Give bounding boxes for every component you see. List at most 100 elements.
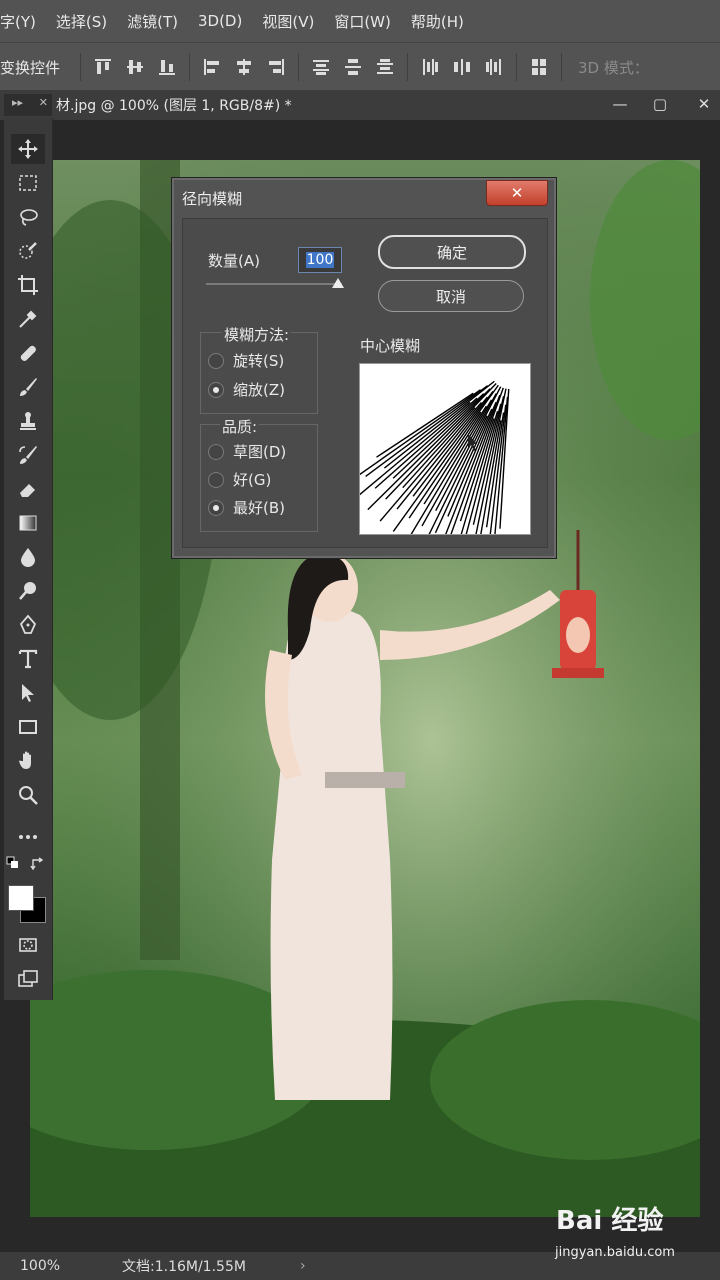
screen-mode-icon[interactable] bbox=[11, 964, 45, 994]
menu-bar: 字(Y) 选择(S) 滤镜(T) 3D(D) 视图(V) 窗口(W) 帮助(H) bbox=[0, 0, 720, 42]
menu-filter[interactable]: 滤镜(T) bbox=[117, 11, 188, 32]
divider bbox=[80, 53, 82, 81]
foreground-color-swatch[interactable] bbox=[8, 885, 34, 911]
align-bottom-icon[interactable] bbox=[156, 55, 178, 79]
close-document-icon[interactable]: ✕ bbox=[692, 92, 716, 116]
brush-icon[interactable] bbox=[11, 372, 45, 402]
radio-good-label: 好(G) bbox=[233, 471, 272, 489]
dialog-close-button[interactable]: ✕ bbox=[486, 180, 548, 206]
radio-zoom-dot bbox=[208, 381, 224, 398]
quick-mask-icon[interactable] bbox=[11, 930, 45, 960]
transform-controls-label[interactable]: 变换控件 bbox=[0, 57, 60, 78]
path-select-icon[interactable] bbox=[11, 678, 45, 708]
crop-icon[interactable] bbox=[11, 270, 45, 300]
blur-icon[interactable] bbox=[11, 542, 45, 572]
radio-draft-label: 草图(D) bbox=[233, 443, 287, 461]
blur-preview-line bbox=[367, 388, 491, 511]
tool-panel-header[interactable]: ▸▸ ✕ bbox=[4, 94, 52, 116]
blur-center-label: 中心模糊 bbox=[360, 337, 421, 355]
watermark-url: jingyan.baidu.com bbox=[555, 1245, 675, 1260]
radio-good-dot bbox=[208, 471, 224, 488]
swap-colors-icon[interactable] bbox=[30, 856, 46, 872]
align-vcenter-icon[interactable] bbox=[124, 55, 146, 79]
radio-best-label: 最好(B) bbox=[233, 499, 285, 517]
align-left-icon[interactable] bbox=[201, 55, 223, 79]
gradient-icon[interactable] bbox=[11, 508, 45, 538]
options-bar: 变换控件 3D 模式： bbox=[0, 42, 720, 92]
move-icon[interactable] bbox=[11, 134, 45, 164]
tool-panel bbox=[4, 118, 53, 1000]
amount-slider[interactable] bbox=[206, 283, 342, 285]
menu-help[interactable]: 帮助(H) bbox=[401, 11, 474, 32]
distribute-vcenter-icon[interactable] bbox=[342, 55, 364, 79]
divider bbox=[189, 53, 191, 81]
maximize-icon[interactable]: ▢ bbox=[648, 92, 672, 116]
radio-good[interactable]: 好(G) bbox=[208, 469, 271, 490]
pen-icon[interactable] bbox=[11, 610, 45, 640]
align-top-icon[interactable] bbox=[92, 55, 114, 79]
healing-icon[interactable] bbox=[11, 338, 45, 368]
divider bbox=[561, 53, 563, 81]
distribute-top-icon[interactable] bbox=[310, 55, 332, 79]
minimize-icon[interactable]: — bbox=[608, 92, 632, 116]
blur-preview-line bbox=[365, 385, 488, 478]
stamp-icon[interactable] bbox=[11, 406, 45, 436]
menu-type[interactable]: 字(Y) bbox=[0, 11, 46, 32]
quick-select-icon[interactable] bbox=[11, 236, 45, 266]
watermark-brand: Bai 经验 bbox=[556, 1206, 664, 1236]
document-tab-title[interactable]: 材.jpg @ 100% (图层 1, RGB/8#) * bbox=[56, 95, 292, 115]
radial-blur-dialog: 径向模糊 ✕ 数量(A) 100 确定 取消 模糊方法: 旋转(S) 缩放(Z)… bbox=[172, 178, 556, 558]
align-hcenter-icon[interactable] bbox=[233, 55, 255, 79]
type-icon[interactable] bbox=[11, 644, 45, 674]
menu-select[interactable]: 选择(S) bbox=[46, 11, 117, 32]
blur-preview-line bbox=[383, 380, 495, 469]
radio-spin-dot bbox=[208, 352, 224, 369]
divider bbox=[407, 53, 409, 81]
radio-zoom[interactable]: 缩放(Z) bbox=[208, 379, 285, 400]
zoom-icon[interactable] bbox=[11, 780, 45, 810]
document-size: 文档:1.16M/1.55M bbox=[122, 1259, 246, 1275]
radio-zoom-label: 缩放(Z) bbox=[233, 381, 285, 399]
radio-spin[interactable]: 旋转(S) bbox=[208, 350, 284, 371]
dialog-title: 径向模糊 bbox=[182, 190, 243, 208]
divider bbox=[298, 53, 300, 81]
eraser-icon[interactable] bbox=[11, 474, 45, 504]
radio-best[interactable]: 最好(B) bbox=[208, 497, 285, 518]
radio-best-dot bbox=[208, 499, 224, 516]
dodge-icon[interactable] bbox=[11, 576, 45, 606]
divider bbox=[516, 53, 518, 81]
hand-icon[interactable] bbox=[11, 746, 45, 776]
amount-label: 数量(A) bbox=[208, 252, 260, 270]
distribute-bottom-icon[interactable] bbox=[374, 55, 396, 79]
menu-3d[interactable]: 3D(D) bbox=[188, 12, 252, 30]
auto-align-icon[interactable] bbox=[528, 55, 550, 79]
status-menu-arrow-icon[interactable]: › bbox=[300, 1258, 306, 1274]
lasso-icon[interactable] bbox=[11, 202, 45, 232]
3d-mode-label: 3D 模式： bbox=[578, 58, 649, 77]
amount-slider-thumb[interactable] bbox=[332, 278, 344, 288]
zoom-level[interactable]: 100% bbox=[20, 1258, 60, 1274]
amount-value: 100 bbox=[305, 252, 335, 268]
radio-draft-dot bbox=[208, 443, 224, 460]
align-right-icon[interactable] bbox=[265, 55, 287, 79]
distribute-hcenter-icon[interactable] bbox=[451, 55, 473, 79]
amount-input[interactable]: 100 bbox=[298, 247, 342, 273]
blur-center-lines bbox=[360, 380, 510, 534]
radio-spin-label: 旋转(S) bbox=[233, 352, 285, 370]
distribute-left-icon[interactable] bbox=[419, 55, 441, 79]
more-icon[interactable] bbox=[11, 822, 45, 852]
radio-draft[interactable]: 草图(D) bbox=[208, 441, 286, 462]
eyedropper-icon[interactable] bbox=[11, 304, 45, 334]
distribute-right-icon[interactable] bbox=[483, 55, 505, 79]
quality-title: 品质: bbox=[220, 416, 260, 437]
rectangle-icon[interactable] bbox=[11, 712, 45, 742]
ok-button[interactable]: 确定 bbox=[378, 235, 526, 269]
menu-view[interactable]: 视图(V) bbox=[252, 11, 324, 32]
menu-window[interactable]: 窗口(W) bbox=[324, 11, 401, 32]
blur-center-preview[interactable] bbox=[359, 363, 531, 535]
marquee-icon[interactable] bbox=[11, 168, 45, 198]
blur-method-title: 模糊方法: bbox=[222, 324, 292, 345]
history-brush-icon[interactable] bbox=[11, 440, 45, 470]
cancel-button[interactable]: 取消 bbox=[378, 280, 524, 312]
default-colors-icon[interactable] bbox=[6, 856, 20, 870]
